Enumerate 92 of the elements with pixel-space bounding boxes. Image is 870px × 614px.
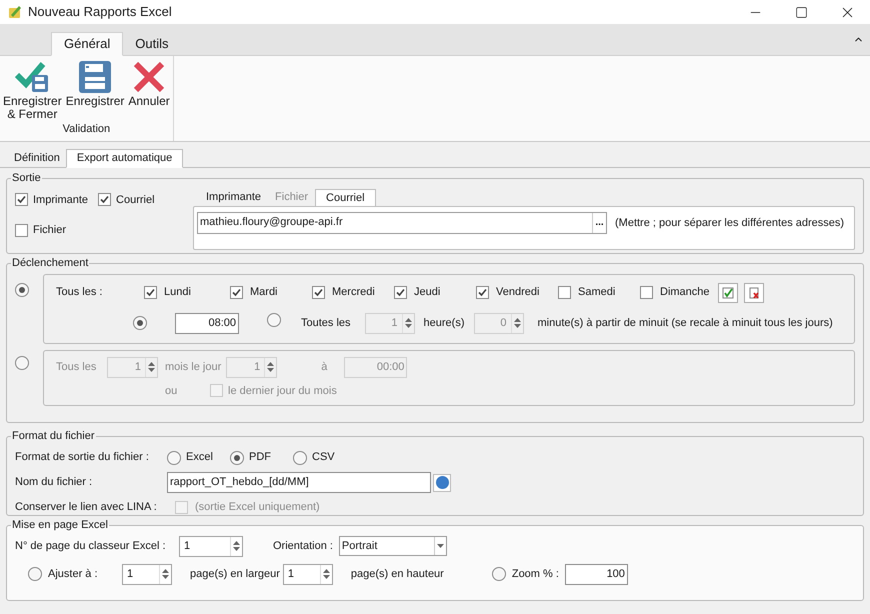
checkbox[interactable]: [640, 286, 653, 299]
label: Orientation :: [273, 538, 333, 554]
label: Vendredi: [496, 285, 540, 300]
spin-arrows-icon[interactable]: [320, 564, 332, 584]
number-spinner[interactable]: 1: [282, 564, 333, 584]
label: Dimanche: [660, 285, 710, 300]
page-cross-icon: [748, 286, 760, 298]
checkbox[interactable]: [175, 501, 188, 514]
label: heure(s): [424, 316, 464, 331]
radio-button[interactable]: [133, 316, 147, 330]
radio-button[interactable]: [230, 450, 244, 464]
label: le dernier jour du mois: [228, 384, 337, 398]
group-title: Sortie: [11, 171, 42, 186]
label: page(s) en largeur: [190, 566, 280, 582]
app-icon: [8, 5, 22, 19]
number-spinner[interactable]: 1: [179, 536, 243, 556]
close-icon: [133, 61, 166, 93]
checkbox[interactable]: [15, 193, 28, 206]
radio-button[interactable]: [15, 282, 29, 296]
zoom-field[interactable]: 100: [564, 564, 628, 584]
checkbox[interactable]: [394, 286, 407, 299]
radio-button[interactable]: [28, 567, 42, 581]
help-icon[interactable]: [433, 474, 451, 492]
time-field[interactable]: 08:00: [175, 312, 239, 334]
group-title: Mise en page Excel: [11, 518, 109, 533]
spin-arrows-icon[interactable]: [230, 536, 242, 556]
window-title: Nouveau Rapports Excel: [28, 3, 172, 22]
radio-button[interactable]: [15, 356, 29, 370]
label: minute(s) à partir de minuit (se recale à minuit tous les jours): [538, 316, 833, 331]
label: Zoom % :: [512, 566, 559, 582]
label: Nom du fichier :: [15, 475, 94, 490]
label: Ajuster à :: [48, 566, 98, 582]
caret-icon[interactable]: [434, 537, 446, 555]
ribbon-tab[interactable]: Général: [51, 32, 124, 56]
number-spinner[interactable]: 1: [122, 564, 172, 584]
orientation-dropdown[interactable]: Portrait: [338, 536, 447, 556]
label: Format de sortie du fichier :: [15, 450, 150, 466]
checkbox[interactable]: [210, 384, 223, 398]
label: Tous les :: [56, 285, 104, 300]
spin-arrows-icon[interactable]: [402, 314, 414, 332]
label: Excel: [186, 450, 213, 466]
label: Mardi: [250, 285, 278, 300]
spin-arrows-icon[interactable]: [159, 564, 171, 584]
group-label: Validation: [62, 122, 110, 137]
label: CSV: [312, 450, 335, 466]
label: Samedi: [578, 285, 616, 300]
tab[interactable]: Imprimante: [199, 188, 268, 206]
label: Toutes les: [301, 316, 351, 331]
ribbon-button[interactable]: Enregistrer & Fermer: [2, 61, 63, 121]
ribbon-button[interactable]: Annuler: [127, 61, 171, 108]
label: Conserver le lien avec LINA :: [15, 500, 158, 516]
label: Fichier: [33, 223, 66, 238]
label: à: [321, 360, 328, 375]
checkbox[interactable]: [98, 193, 112, 206]
label: Lundi: [164, 285, 191, 300]
checkbox[interactable]: [558, 286, 571, 299]
label: PDF: [249, 450, 271, 466]
hint-text: (Mettre ; pour séparer les différentes adresses): [615, 216, 844, 230]
file-name-field[interactable]: rapport_OT_hebdo_[dd/MM]: [167, 472, 431, 493]
check-all-button[interactable]: [718, 282, 738, 302]
checkbox[interactable]: [476, 286, 489, 299]
radio-button[interactable]: [293, 450, 307, 464]
label: page(s) en hauteur: [350, 566, 444, 582]
radio-button[interactable]: [492, 567, 506, 581]
spin-arrows-icon[interactable]: [510, 314, 522, 332]
label: Tous les: [56, 360, 98, 375]
label: Imprimante: [33, 192, 88, 208]
radio-button[interactable]: [267, 313, 281, 328]
ribbon-tab[interactable]: Outils: [123, 32, 180, 56]
label: ou: [165, 384, 178, 398]
tab[interactable]: Export automatique: [66, 149, 184, 168]
uncheck-all-button[interactable]: [744, 282, 764, 302]
label: Mercredi: [332, 285, 375, 300]
checkbox[interactable]: [144, 286, 157, 299]
spin-arrows-icon[interactable]: [145, 358, 157, 376]
checkbox[interactable]: [15, 224, 28, 237]
tab[interactable]: Définition: [8, 149, 66, 168]
check-icon: [722, 286, 734, 298]
label: mois le jour: [165, 360, 222, 375]
group-title: Déclenchement: [11, 256, 90, 271]
label: Jeudi: [414, 285, 440, 300]
group-title: Format du fichier: [11, 429, 96, 444]
label: (sortie Excel uniquement): [195, 500, 320, 516]
spin-arrows-icon[interactable]: [264, 358, 276, 376]
tab[interactable]: Courriel: [315, 188, 376, 206]
label: Courriel: [116, 192, 155, 208]
checkbox[interactable]: [312, 286, 325, 299]
ribbon-button[interactable]: Enregistrer: [64, 61, 126, 108]
check-disk-icon: [15, 61, 50, 93]
label: N° de page du classeur Excel :: [15, 538, 167, 554]
checkbox[interactable]: [230, 286, 243, 299]
radio-button[interactable]: [167, 450, 181, 464]
